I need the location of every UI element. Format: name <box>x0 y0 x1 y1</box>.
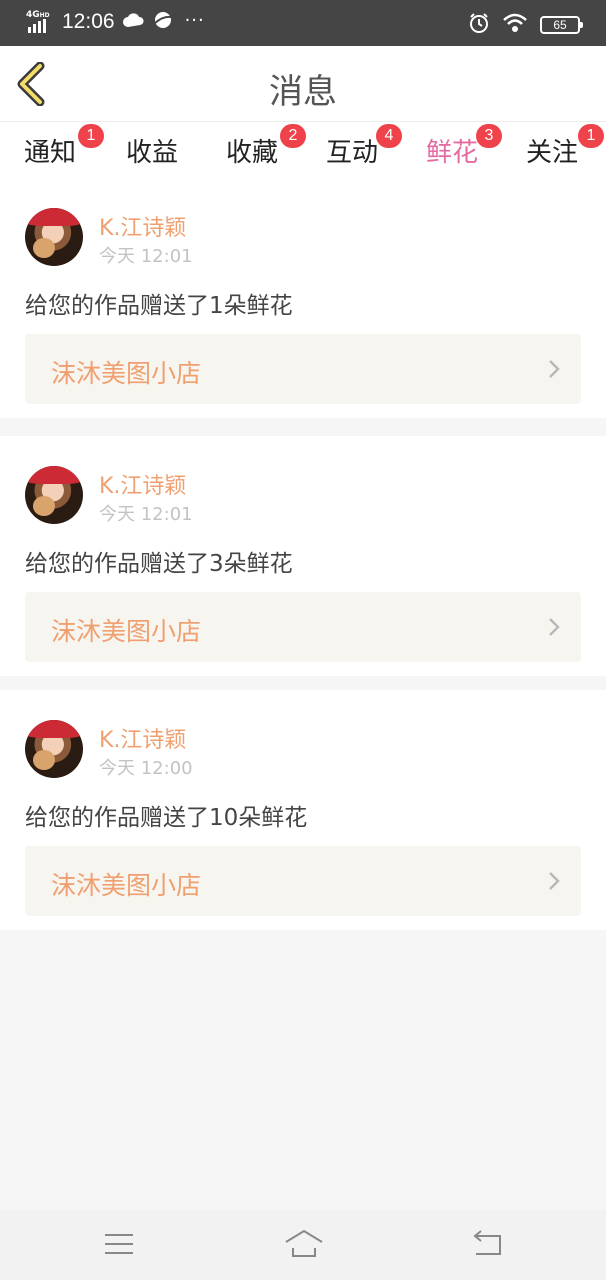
planet-icon <box>153 10 173 34</box>
list-item: K.江诗颖 今天 12:01 给您的作品赠送了1朵鲜花 沫沐美图小店 <box>0 178 606 418</box>
menu-button[interactable] <box>101 1228 137 1260</box>
message-text: 给您的作品赠送了3朵鲜花 <box>25 551 293 577</box>
tab-label: 互动 <box>326 138 379 168</box>
unread-badge: 3 <box>476 124 502 148</box>
avatar[interactable] <box>25 208 83 266</box>
status-bar: 4GHD 12:06 ··· 65 <box>0 0 606 46</box>
tab-label: 通知 <box>24 138 77 168</box>
unread-badge: 1 <box>578 124 604 148</box>
chevron-right-icon <box>549 618 560 636</box>
sender-name[interactable]: K.江诗颖 <box>99 722 186 754</box>
back-icon <box>473 1230 501 1255</box>
tab-label: 收藏 <box>226 138 279 168</box>
sender-name[interactable]: K.江诗颖 <box>99 468 186 500</box>
network-hd: HD <box>39 12 50 19</box>
shop-name: 沫沐美图小店 <box>51 617 202 646</box>
message-time: 今天 12:01 <box>99 246 193 267</box>
header: 消息 <box>0 46 606 122</box>
home-button[interactable] <box>284 1228 323 1260</box>
message-text: 给您的作品赠送了1朵鲜花 <box>25 293 293 319</box>
unread-badge: 2 <box>280 124 306 148</box>
message-text: 给您的作品赠送了10朵鲜花 <box>25 805 308 831</box>
tab-earnings[interactable]: 收益 <box>126 132 178 169</box>
shop-link[interactable]: 沫沐美图小店 <box>25 334 581 404</box>
tab-flowers[interactable]: 鲜花 3 <box>426 124 502 181</box>
chevron-right-icon <box>549 872 560 890</box>
chevron-right-icon <box>549 360 560 378</box>
tab-following[interactable]: 关注 1 <box>526 124 604 169</box>
message-time: 今天 12:00 <box>99 758 193 779</box>
list-item: K.江诗颖 今天 12:01 给您的作品赠送了3朵鲜花 沫沐美图小店 <box>0 436 606 676</box>
unread-badge: 4 <box>376 124 402 148</box>
tab-label: 关注 <box>526 138 579 168</box>
tab-favorites[interactable]: 收藏 2 <box>226 124 306 169</box>
tab-label: 收益 <box>126 138 179 168</box>
clock: 12:06 <box>62 10 115 33</box>
tab-bar: 通知 1 收益 收藏 2 互动 4 鲜花 3 关注 1 <box>0 122 606 181</box>
shop-link[interactable]: 沫沐美图小店 <box>25 592 581 662</box>
shop-link[interactable]: 沫沐美图小店 <box>25 846 581 916</box>
shop-name: 沫沐美图小店 <box>51 359 202 388</box>
shop-name: 沫沐美图小店 <box>51 871 202 900</box>
unread-badge: 1 <box>78 124 104 148</box>
home-icon <box>285 1229 323 1257</box>
wifi-icon <box>502 13 528 37</box>
back-nav-button[interactable] <box>470 1228 506 1260</box>
list-item: K.江诗颖 今天 12:00 给您的作品赠送了10朵鲜花 沫沐美图小店 <box>0 690 606 930</box>
menu-icon <box>105 1234 133 1254</box>
tab-notifications[interactable]: 通知 1 <box>24 124 104 169</box>
alarm-icon <box>468 12 490 38</box>
cloud-icon <box>122 11 145 33</box>
system-nav-bar <box>0 1210 606 1280</box>
tab-interactions[interactable]: 互动 4 <box>326 124 402 169</box>
signal-icon: 4GHD <box>26 10 56 34</box>
tab-label: 鲜花 <box>426 138 479 168</box>
more-status-icon: ··· <box>184 9 205 31</box>
battery-icon: 65 <box>540 16 583 34</box>
avatar[interactable] <box>25 466 83 524</box>
page-title: 消息 <box>269 72 337 112</box>
avatar[interactable] <box>25 720 83 778</box>
sender-name[interactable]: K.江诗颖 <box>99 210 186 242</box>
message-time: 今天 12:01 <box>99 504 193 525</box>
battery-level: 65 <box>553 18 567 32</box>
